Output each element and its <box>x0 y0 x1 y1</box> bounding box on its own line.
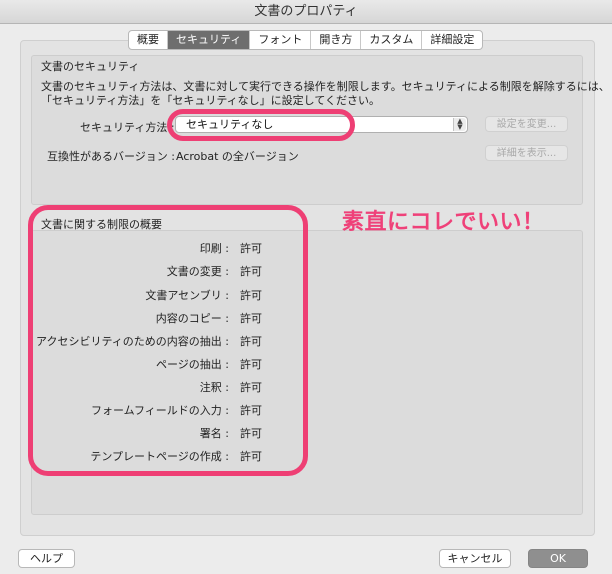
show-details-button[interactable]: 詳細を表示... <box>485 145 568 161</box>
annotation-text: 素直にコレでいい！ <box>342 210 545 235</box>
tab-security[interactable]: セキュリティ <box>168 31 251 49</box>
help-button[interactable]: ヘルプ <box>18 549 75 568</box>
tab-custom[interactable]: カスタム <box>361 31 423 49</box>
tab-fonts[interactable]: フォント <box>250 31 312 49</box>
tab-advanced[interactable]: 詳細設定 <box>422 31 482 49</box>
highlight-security-method <box>167 109 355 141</box>
change-settings-button[interactable]: 設定を変更... <box>485 116 568 132</box>
tab-initial-view[interactable]: 開き方 <box>311 31 362 49</box>
tab-bar: 概要 セキュリティ フォント 開き方 カスタム 詳細設定 <box>128 30 484 50</box>
ok-button[interactable]: OK <box>528 549 588 568</box>
chevron-updown-icon: ▲ ▼ <box>453 118 466 131</box>
security-description-line2: 「セキュリティ方法」を「セキュリティなし」に設定してください。 <box>41 94 381 107</box>
compat-value: Acrobat の全バージョン <box>176 150 299 163</box>
tab-summary[interactable]: 概要 <box>129 31 168 49</box>
window-title: 文書のプロパティ <box>0 0 612 24</box>
highlight-restrictions-summary <box>28 205 308 476</box>
cancel-button[interactable]: キャンセル <box>439 549 511 568</box>
compat-label: 互換性があるバージョン : <box>47 150 175 163</box>
security-heading: 文書のセキュリティ <box>41 60 140 73</box>
security-description-line1: 文書のセキュリティ方法は、文書に対して実行できる操作を制限します。セキュリティに… <box>41 80 610 93</box>
security-method-label: セキュリティ方法 : <box>80 121 175 134</box>
